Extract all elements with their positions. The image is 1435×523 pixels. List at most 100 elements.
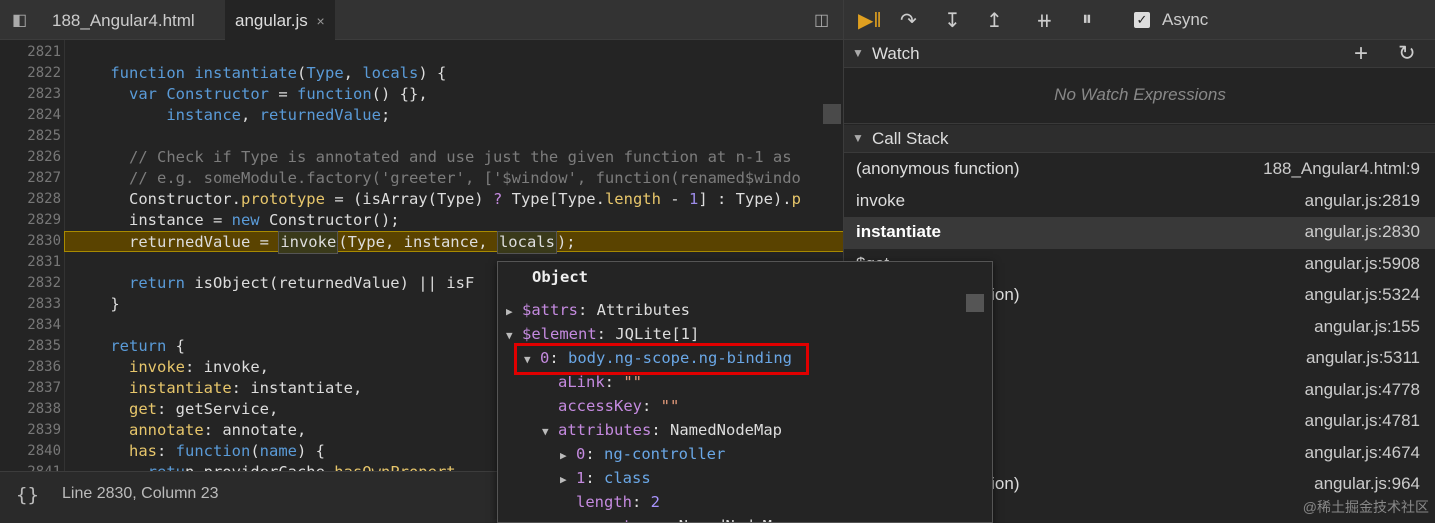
add-watch-icon[interactable]: + xyxy=(1354,40,1368,68)
code-text: instance, returnedValue; xyxy=(166,106,391,124)
property-key: attributes xyxy=(558,421,652,439)
tab-angular-js[interactable]: angular.js × xyxy=(225,0,335,41)
tab-188-angular4-html[interactable]: 188_Angular4.html xyxy=(42,0,205,40)
callstack-frame[interactable]: invoke angular.js:2819 xyxy=(844,186,1435,218)
watermark: @稀土掘金技术社区 xyxy=(1302,499,1429,515)
close-icon[interactable]: × xyxy=(317,13,325,29)
object-tree-node[interactable]: ▶ 0: ng-controller xyxy=(560,442,725,466)
step-over-icon[interactable]: ↷ xyxy=(900,8,917,33)
line-number[interactable]: 2840 xyxy=(0,441,61,462)
code-text: instantiate: instantiate, xyxy=(129,379,363,397)
frame-location[interactable]: angular.js:4674 xyxy=(1305,443,1420,463)
property-key: 0 xyxy=(576,445,586,463)
code-line[interactable]: 2821 xyxy=(0,42,843,63)
object-tree-node[interactable]: ▶ $attrs: Attributes xyxy=(506,298,690,322)
watch-title: Watch xyxy=(872,44,920,63)
object-inspector-popover: Object ▶ $attrs: Attributes ▼ $element: JQL… xyxy=(497,261,993,523)
frame-location[interactable]: angular.js:155 xyxy=(1314,317,1420,337)
pretty-print-button[interactable]: {} xyxy=(16,484,39,506)
code-line[interactable]: 2823 var Constructor = function() {}, xyxy=(0,84,843,105)
object-tree-node[interactable]: ▼ attributes: NamedNodeMap xyxy=(542,418,782,442)
async-checkbox[interactable]: ✓ xyxy=(1134,12,1150,28)
object-tree-node[interactable]: accessKey: "" xyxy=(542,394,679,418)
code-line[interactable]: 2828 Constructor.prototype = (isArray(Ty… xyxy=(0,189,843,210)
line-number[interactable]: 2823 xyxy=(0,84,61,105)
code-line[interactable]: 2825 xyxy=(0,126,843,147)
line-number[interactable]: 2836 xyxy=(0,357,61,378)
expanded-arrow-icon[interactable]: ▼ xyxy=(542,420,558,444)
code-line[interactable]: 2829 instance = new Constructor(); xyxy=(0,210,843,231)
object-tree-node[interactable]: length: 2 xyxy=(560,490,660,514)
code-text: Constructor.prototype = (isArray(Type) ?… xyxy=(73,190,801,208)
separator: : xyxy=(632,493,651,511)
deactivate-breakpoints-icon[interactable]: ⧺ xyxy=(1036,8,1053,33)
frame-location[interactable]: angular.js:5324 xyxy=(1305,285,1420,305)
frame-function-name: instantiate xyxy=(856,222,942,241)
step-out-icon[interactable]: ↥ xyxy=(986,8,1003,33)
frame-location[interactable]: angular.js:5311 xyxy=(1306,348,1420,368)
collapsed-arrow-icon[interactable]: ▶ xyxy=(560,468,576,492)
object-tree-node[interactable]: ▶__proto__: NamedNodeMap xyxy=(560,514,791,522)
frame-location[interactable]: angular.js:2830 xyxy=(1305,222,1420,242)
editor-tab-bar: ◧ 188_Angular4.html angular.js × ◫ xyxy=(0,0,843,41)
pause-on-exceptions-icon[interactable]: ⏸ xyxy=(1082,8,1092,31)
line-number[interactable]: 2831 xyxy=(0,252,61,273)
frame-function-name: invoke xyxy=(856,190,906,210)
line-number[interactable]: 2824 xyxy=(0,105,61,126)
line-number[interactable]: 2839 xyxy=(0,420,61,441)
line-number[interactable]: 2841 xyxy=(0,462,61,471)
line-number[interactable]: 2837 xyxy=(0,378,61,399)
code-line[interactable]: 2822 function instantiate(Type, locals) … xyxy=(0,63,843,84)
property-key: $element xyxy=(522,325,597,343)
popover-scrollbar[interactable] xyxy=(966,294,984,312)
code-line[interactable]: 2830 returnedValue = invoke (Type, instan… xyxy=(0,231,843,254)
property-key: aLink xyxy=(558,373,605,391)
resume-icon[interactable]: ▶‖ xyxy=(858,8,882,33)
property-key: 1 xyxy=(576,469,586,487)
frame-location[interactable]: angular.js:964 xyxy=(1314,474,1420,494)
frame-location[interactable]: angular.js:4781 xyxy=(1305,411,1420,431)
frame-location[interactable]: 188_Angular4.html:9 xyxy=(1263,159,1420,179)
frame-location[interactable]: angular.js:2819 xyxy=(1305,191,1420,211)
watch-section-header[interactable]: ▼ Watch + ↻ xyxy=(844,40,1435,68)
separator: : xyxy=(642,397,661,415)
step-into-icon[interactable]: ↧ xyxy=(944,8,961,33)
frame-location[interactable]: angular.js:4778 xyxy=(1305,380,1420,400)
refresh-icon[interactable]: ↻ xyxy=(1398,41,1416,66)
vertical-scrollbar[interactable] xyxy=(823,104,841,124)
line-number[interactable]: 2826 xyxy=(0,147,61,168)
property-value: Attributes xyxy=(596,301,690,319)
line-number[interactable]: 2825 xyxy=(0,126,61,147)
line-number[interactable]: 2834 xyxy=(0,315,61,336)
property-key: length xyxy=(576,493,632,511)
collapsed-arrow-icon[interactable]: ▶ xyxy=(560,444,576,468)
code-line[interactable]: 2824 instance, returnedValue; xyxy=(0,105,843,126)
line-number[interactable]: 2828 xyxy=(0,189,61,210)
object-tree-node[interactable]: ▶ 1: class xyxy=(560,466,651,490)
callstack-frame[interactable]: (anonymous function) 188_Angular4.html:9 xyxy=(844,154,1435,186)
property-value: JQLite[1] xyxy=(615,325,700,343)
line-number[interactable]: 2830 xyxy=(0,231,61,252)
line-number[interactable]: 2838 xyxy=(0,399,61,420)
line-number[interactable]: 2827 xyxy=(0,168,61,189)
toggle-debugger-icon[interactable]: ◫ xyxy=(814,10,829,30)
collapse-triangle-icon: ▼ xyxy=(852,46,864,60)
property-value: "" xyxy=(623,373,643,391)
line-number[interactable]: 2822 xyxy=(0,63,61,84)
line-number[interactable]: 2829 xyxy=(0,210,61,231)
frame-location[interactable]: angular.js:5908 xyxy=(1305,254,1420,274)
line-number[interactable]: 2835 xyxy=(0,336,61,357)
callstack-section-header[interactable]: ▼ Call Stack xyxy=(844,125,1435,153)
line-number[interactable]: 2833 xyxy=(0,294,61,315)
code-line[interactable]: 2826 // Check if Type is annotated and u… xyxy=(0,147,843,168)
callstack-frame[interactable]: instantiate angular.js:2830 xyxy=(844,217,1435,249)
popover-title: Object xyxy=(532,268,588,286)
collapsed-arrow-icon[interactable]: ▶ xyxy=(560,516,576,522)
line-number[interactable]: 2832 xyxy=(0,273,61,294)
separator: : xyxy=(585,469,605,487)
collapsed-arrow-icon[interactable]: ▶ xyxy=(506,300,522,324)
toggle-navigator-icon[interactable]: ◧ xyxy=(12,10,27,30)
line-number[interactable]: 2821 xyxy=(0,42,61,63)
separator: : xyxy=(585,445,605,463)
code-line[interactable]: 2827 // e.g. someModule.factory('greeter… xyxy=(0,168,843,189)
